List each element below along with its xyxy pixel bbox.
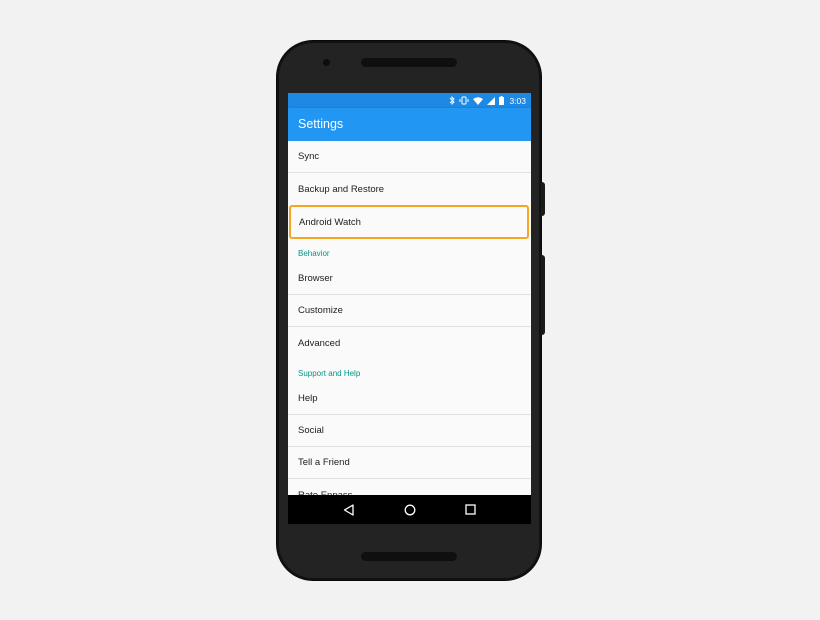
home-button[interactable] [403, 503, 417, 517]
settings-item-label: Android Watch [299, 216, 361, 228]
app-bar: Settings [288, 108, 531, 141]
settings-item-social[interactable]: Social [288, 415, 531, 447]
navigation-bar [288, 495, 531, 524]
bluetooth-icon [449, 96, 456, 105]
wifi-icon [473, 96, 484, 105]
settings-item-browser[interactable]: Browser [288, 263, 531, 295]
back-icon [343, 503, 354, 516]
battery-icon [499, 96, 505, 105]
front-camera [323, 59, 330, 66]
page-title: Settings [298, 117, 344, 131]
section-header-behavior: Behavior [298, 249, 330, 258]
settings-item-advanced[interactable]: Advanced [288, 327, 531, 359]
settings-item-customize[interactable]: Customize [288, 295, 531, 327]
volume-button [541, 255, 545, 335]
settings-item-android-watch[interactable]: Android Watch [289, 205, 529, 239]
settings-item-label: Backup and Restore [298, 183, 385, 195]
settings-item-help[interactable]: Help [288, 383, 531, 415]
settings-item-label: Help [298, 393, 318, 404]
back-button[interactable] [342, 503, 356, 517]
settings-item-label: Social [298, 425, 324, 436]
settings-item-label: Customize [298, 305, 343, 316]
settings-item-label: Advanced [298, 337, 341, 349]
phone-screen: 3:03 Settings Sync Backup and Restore An… [288, 93, 531, 524]
settings-item-label: Browser [298, 273, 333, 284]
settings-item-label: Tell a Friend [298, 457, 350, 468]
settings-item-backup-and-restore[interactable]: Backup and Restore [288, 173, 531, 205]
status-time: 3:03 [509, 95, 526, 106]
recents-button[interactable] [464, 503, 478, 517]
top-speaker [361, 58, 457, 67]
settings-item-sync[interactable]: Sync [288, 141, 531, 173]
recents-icon [465, 504, 476, 515]
bottom-speaker [361, 552, 457, 561]
settings-list: Sync Backup and Restore Android Watch Be… [288, 141, 531, 511]
power-button [541, 182, 545, 216]
signal-icon [487, 96, 496, 105]
settings-item-label: Sync [298, 151, 320, 162]
home-icon [404, 504, 415, 515]
vibrate-icon [459, 96, 469, 105]
section-header-support-and-help: Support and Help [298, 369, 361, 378]
settings-item-tell-a-friend[interactable]: Tell a Friend [288, 447, 531, 479]
status-bar: 3:03 [288, 93, 531, 108]
